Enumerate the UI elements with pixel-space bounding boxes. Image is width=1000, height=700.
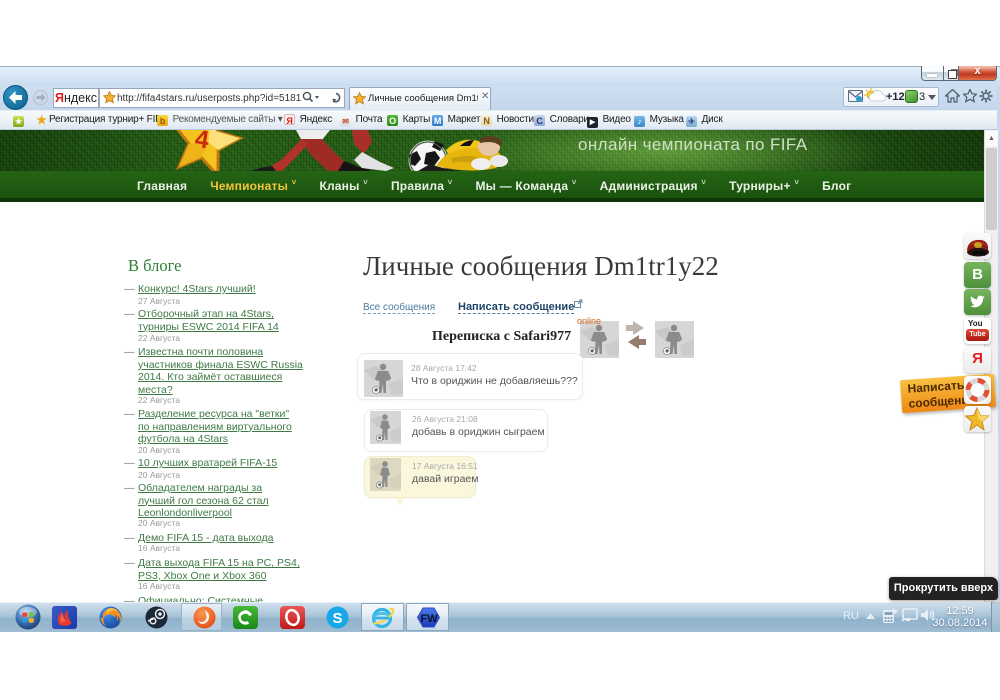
svg-text:FW: FW: [421, 613, 439, 625]
svg-text:S: S: [333, 610, 343, 627]
